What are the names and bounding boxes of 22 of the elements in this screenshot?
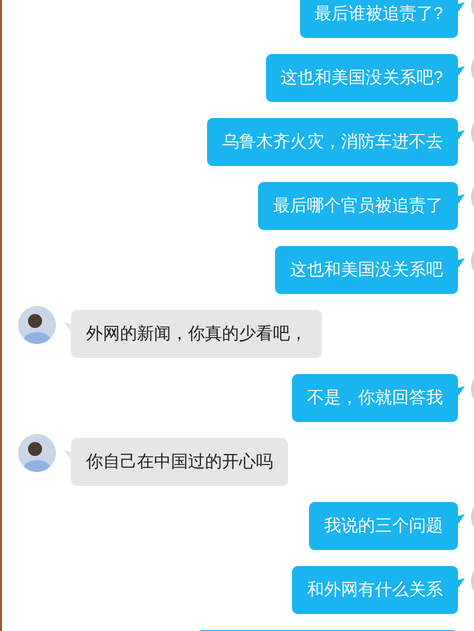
bubble-tail [458, 514, 465, 524]
message-bubble: 外网的新闻，你真的少看吧， [71, 310, 322, 358]
message-bubble: 不是，你就回答我 [292, 374, 458, 422]
bubble-tail [458, 386, 465, 396]
bubble-tail [458, 66, 465, 76]
message-bubble: 和外网有什么关系 [292, 566, 458, 614]
avatar [18, 434, 56, 472]
bubble-tail [458, 258, 465, 268]
message-bubble: 这也和美国没关系吧? [266, 54, 458, 102]
message-bubble: 最后哪个官员被追责了 [258, 182, 458, 230]
bubble-tail [458, 130, 465, 140]
bubble-tail [458, 578, 465, 588]
message-bubble: 乌鲁木齐火灾，消防车进不去 [207, 118, 458, 166]
message-bubble: 你自己在中国过的开心吗 [71, 438, 288, 486]
avatar [18, 306, 56, 344]
message-bubble: 最后谁被追责了? [300, 0, 458, 38]
bubble-tail [64, 322, 71, 332]
bubble-tail [64, 450, 71, 460]
message-bubble: 这也和美国没关系吧 [275, 246, 458, 294]
message-bubble: 我说的三个问题 [309, 502, 458, 550]
bubble-tail [458, 194, 465, 204]
bubble-tail [458, 2, 465, 12]
